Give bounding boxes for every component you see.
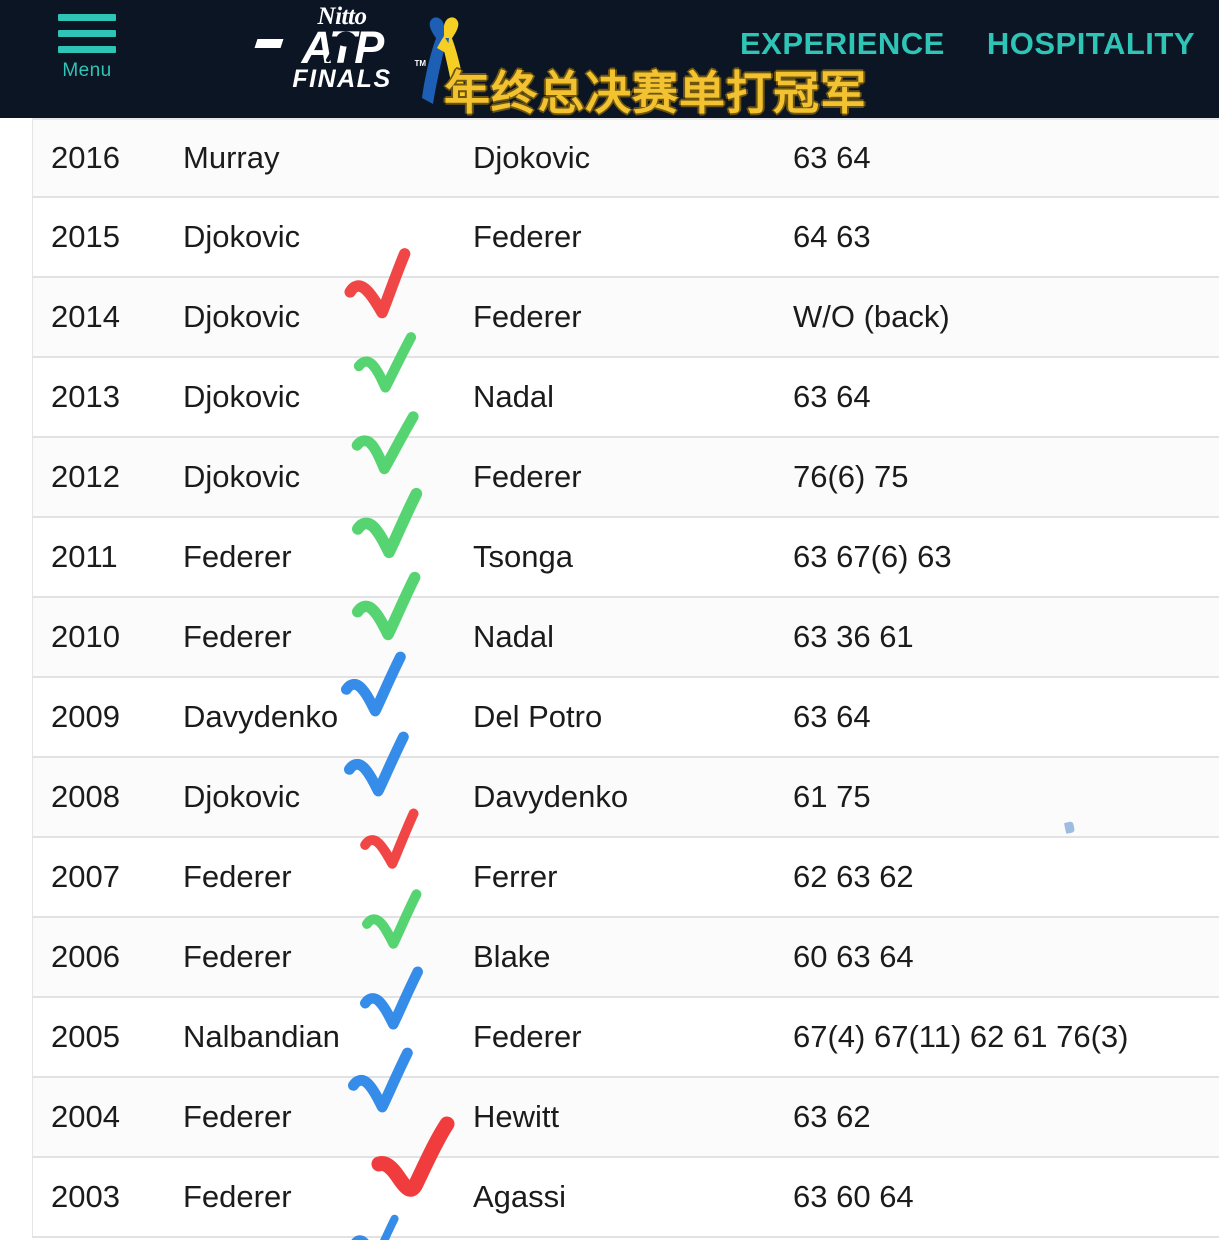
row-champion: Nalbandian <box>183 1019 340 1054</box>
row-score: 63 60 64 <box>793 1179 914 1214</box>
table-row: 2012 Djokovic Federer 76(6) 75 <box>33 438 1219 518</box>
hamburger-icon <box>58 14 116 53</box>
row-year: 2015 <box>51 219 120 254</box>
row-champion: Federer <box>183 619 292 654</box>
champions-table: 2016 Murray Djokovic 63 64 2015 Djokovic Feder… <box>32 118 1219 1238</box>
row-champion: Federer <box>183 859 292 894</box>
row-score: 63 64 <box>793 140 871 175</box>
row-champion: Djokovic <box>183 299 301 334</box>
row-year: 2009 <box>51 699 120 734</box>
row-score: W/O (back) <box>793 299 950 334</box>
row-runner-up: Federer <box>473 219 582 254</box>
chinese-title-overlay: 年终总决赛单打冠军 <box>444 66 867 118</box>
table-row: 2003 Federer Agassi 63 60 64 <box>33 1158 1219 1238</box>
champions-table-wrap: 2016 Murray Djokovic 63 64 2015 Djokovic Feder… <box>0 118 1219 1240</box>
row-score: 63 64 <box>793 379 871 414</box>
logo-swish-icon <box>254 39 284 48</box>
row-score: 61 75 <box>793 779 871 814</box>
header-nav: EXPERIENCE HOSPITALITY <box>740 26 1195 62</box>
menu-button[interactable]: Menu <box>55 14 119 82</box>
row-runner-up: Nadal <box>473 619 554 654</box>
table-row: 2016 Murray Djokovic 63 64 <box>33 118 1219 198</box>
row-runner-up: Agassi <box>473 1179 567 1214</box>
row-score: 76(6) 75 <box>793 459 909 494</box>
table-row: 2006 Federer Blake 60 63 64 <box>33 918 1219 998</box>
row-year: 2013 <box>51 379 120 414</box>
row-runner-up: Federer <box>473 459 582 494</box>
row-champion: Davydenko <box>183 699 339 734</box>
row-year: 2003 <box>51 1179 120 1214</box>
nav-link-experience[interactable]: EXPERIENCE <box>740 26 945 62</box>
row-score: 62 63 62 <box>793 859 914 894</box>
row-runner-up: Federer <box>473 299 582 334</box>
row-runner-up: Nadal <box>473 379 554 414</box>
row-score: 60 63 64 <box>793 939 914 974</box>
table-row: 2007 Federer Ferrer 62 63 62 <box>33 838 1219 918</box>
logo-atp-text: ATP <box>254 25 422 70</box>
row-year: 2014 <box>51 299 120 334</box>
row-runner-up: Davydenko <box>473 779 629 814</box>
row-runner-up: Tsonga <box>473 539 573 574</box>
row-champion: Federer <box>183 1179 292 1214</box>
row-score: 67(4) 67(11) 62 61 76(3) <box>793 1019 1129 1054</box>
racket-player-icon <box>326 31 356 62</box>
row-champion: Murray <box>183 140 280 175</box>
row-year: 2008 <box>51 779 120 814</box>
row-champion: Federer <box>183 539 292 574</box>
row-year: 2011 <box>51 539 118 574</box>
row-year: 2016 <box>51 140 120 175</box>
row-runner-up: Hewitt <box>473 1099 560 1134</box>
row-runner-up: Blake <box>473 939 551 974</box>
row-champion: Djokovic <box>183 779 301 814</box>
row-runner-up: Djokovic <box>473 140 591 175</box>
table-row: 2014 Djokovic Federer W/O (back) <box>33 278 1219 358</box>
row-runner-up: Del Potro <box>473 699 603 734</box>
row-year: 2007 <box>51 859 120 894</box>
site-header: Menu Nitto ATP FINALS TM 年终总决赛单打冠军 EXPER… <box>0 0 1219 118</box>
table-row: 2004 Federer Hewitt 63 62 <box>33 1078 1219 1158</box>
table-row: 2013 Djokovic Nadal 63 64 <box>33 358 1219 438</box>
row-score: 63 67(6) 63 <box>793 539 952 574</box>
menu-label: Menu <box>62 60 112 81</box>
row-champion: Djokovic <box>183 379 301 414</box>
row-score: 64 63 <box>793 219 871 254</box>
row-year: 2010 <box>51 619 120 654</box>
table-row: 2005 Nalbandian Federer 67(4) 67(11) 62 61 … <box>33 998 1219 1078</box>
row-year: 2012 <box>51 459 120 494</box>
row-champion: Djokovic <box>183 459 301 494</box>
table-row: 2011 Federer Tsonga 63 67(6) 63 <box>33 518 1219 598</box>
row-score: 63 62 <box>793 1099 871 1134</box>
row-year: 2005 <box>51 1019 120 1054</box>
table-row: 2009 Davydenko Del Potro 63 64 <box>33 678 1219 758</box>
row-year: 2006 <box>51 939 120 974</box>
table-row: 2010 Federer Nadal 63 36 61 <box>33 598 1219 678</box>
row-score: 63 64 <box>793 699 871 734</box>
row-runner-up: Ferrer <box>473 859 558 894</box>
row-champion: Federer <box>183 1099 292 1134</box>
row-champion: Djokovic <box>183 219 301 254</box>
row-year: 2004 <box>51 1099 120 1134</box>
table-row: 2015 Djokovic Federer 64 63 <box>33 198 1219 278</box>
table-row: 2008 Djokovic Davydenko 61 75 <box>33 758 1219 838</box>
row-champion: Federer <box>183 939 292 974</box>
atp-finals-logo[interactable]: Nitto ATP FINALS TM <box>254 4 426 104</box>
row-runner-up: Federer <box>473 1019 582 1054</box>
nav-link-hospitality[interactable]: HOSPITALITY <box>987 26 1195 62</box>
row-score: 63 36 61 <box>793 619 914 654</box>
